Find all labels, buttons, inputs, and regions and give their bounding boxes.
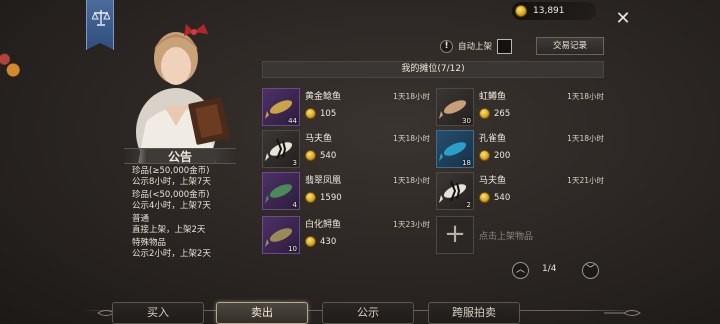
fish-icon[interactable]: 44 <box>262 88 300 126</box>
stall-item-slot[interactable]: 3 马夫鱼 1天18小时 540 <box>262 130 430 168</box>
tab-public[interactable]: 公示 <box>322 302 414 324</box>
item-price: 430 <box>305 236 336 247</box>
gold-coin-icon <box>305 236 316 247</box>
auto-list-toggle[interactable]: ! 自动上架 <box>440 38 513 54</box>
item-quantity: 4 <box>292 201 297 209</box>
rule-line: 珍品(≥50,000金币) <box>132 166 210 176</box>
tab-sell[interactable]: 卖出 <box>216 302 308 324</box>
item-quantity: 10 <box>288 245 297 253</box>
fish-icon[interactable]: 30 <box>436 88 474 126</box>
item-quantity: 30 <box>462 117 471 125</box>
stall-title: 我的摊位(7/12) <box>262 61 604 78</box>
page-up-icon[interactable]: ︿ <box>512 262 529 279</box>
item-remaining-time: 1天18小时 <box>567 134 604 143</box>
item-price: 540 <box>479 192 510 203</box>
item-remaining-time: 1天18小时 <box>393 134 430 143</box>
scales-icon <box>92 10 110 26</box>
fish-icon[interactable]: 2 <box>436 172 474 210</box>
auto-list-checkbox[interactable] <box>497 38 513 54</box>
stall-item-slot[interactable]: 30 虹鳟鱼 1天18小时 265 <box>436 88 604 126</box>
page-down-icon[interactable]: ﹀ <box>582 262 599 279</box>
pager: ︿ 1/4 ﹀ <box>512 262 600 280</box>
item-remaining-time: 1天18小时 <box>567 92 604 101</box>
rule-line: 公示2小时，上架2天 <box>132 249 211 259</box>
page-indicator: 1/4 <box>542 264 557 274</box>
gold-coin-icon <box>479 150 490 161</box>
item-name: 虹鳟鱼 <box>479 92 507 102</box>
item-name: 白化鲟鱼 <box>305 220 342 230</box>
item-name: 翡翠凤凰 <box>305 176 342 186</box>
guild-banner[interactable] <box>86 0 114 50</box>
item-price: 265 <box>479 108 510 119</box>
tab-buy[interactable]: 买入 <box>112 302 204 324</box>
stall-item-slot[interactable]: 2 马夫鱼 1天21小时 540 <box>436 172 604 210</box>
item-quantity: 44 <box>288 117 297 125</box>
item-quantity: 18 <box>462 159 471 167</box>
empty-stall-slot[interactable]: + 点击上架物品 <box>436 216 604 254</box>
ornament-right <box>604 310 641 316</box>
gold-coin-icon <box>515 5 527 17</box>
rule-line: 公示8小时，上架7天 <box>132 177 211 187</box>
stall-item-slot[interactable]: 44 黄金鲶鱼 1天18小时 105 <box>262 88 430 126</box>
gold-coin-icon <box>305 150 316 161</box>
fish-icon[interactable]: 3 <box>262 130 300 168</box>
item-price-value: 540 <box>320 150 337 161</box>
stall-item-slot[interactable]: 18 孔雀鱼 1天18小时 200 <box>436 130 604 168</box>
rule-line: 直接上架，上架2天 <box>132 225 206 235</box>
item-name: 孔雀鱼 <box>479 134 507 144</box>
coin-balance: 13,891 <box>512 2 596 20</box>
announcement-panel: 公告 珍品(≥50,000金币) 公示8小时，上架7天 珍品(<50,000金币… <box>124 148 236 268</box>
trading-house-screen: 公告 珍品(≥50,000金币) 公示8小时，上架7天 珍品(<50,000金币… <box>0 0 720 324</box>
item-price-value: 200 <box>494 150 511 161</box>
item-price-value: 105 <box>320 108 337 119</box>
item-price: 1590 <box>305 192 342 203</box>
item-remaining-time: 1天21小时 <box>567 176 604 185</box>
side-decoration <box>0 52 22 88</box>
rule-line: 普通 <box>132 214 150 224</box>
rule-line: 特殊物品 <box>132 238 167 248</box>
fish-icon[interactable]: 10 <box>262 216 300 254</box>
add-plus-icon[interactable]: + <box>436 216 474 254</box>
item-price-value: 265 <box>494 108 511 119</box>
merchant-character-portrait <box>136 24 230 164</box>
item-remaining-time: 1天18小时 <box>393 176 430 185</box>
gold-coin-icon <box>479 108 490 119</box>
trade-log-button[interactable]: 交易记录 <box>536 37 604 55</box>
fish-icon[interactable]: 18 <box>436 130 474 168</box>
item-price: 200 <box>479 150 510 161</box>
rule-line: 公示4小时，上架7天 <box>132 201 211 211</box>
gold-coin-icon <box>305 108 316 119</box>
item-price-value: 430 <box>320 236 337 247</box>
tab-cross-server-auction[interactable]: 跨服拍卖 <box>428 302 520 324</box>
empty-slot-label: 点击上架物品 <box>479 232 534 242</box>
item-name: 马夫鱼 <box>305 134 333 144</box>
fish-icon[interactable]: 4 <box>262 172 300 210</box>
announcement-title: 公告 <box>124 148 236 164</box>
item-name: 黄金鲶鱼 <box>305 92 342 102</box>
item-price-value: 540 <box>494 192 511 203</box>
item-price: 105 <box>305 108 336 119</box>
item-quantity: 3 <box>292 159 297 167</box>
item-price: 540 <box>305 150 336 161</box>
item-remaining-time: 1天18小时 <box>393 92 430 101</box>
coin-amount: 13,891 <box>533 6 565 16</box>
item-quantity: 2 <box>466 201 471 209</box>
close-icon[interactable]: ✕ <box>614 10 632 28</box>
rule-line: 珍品(<50,000金币) <box>132 190 210 200</box>
gold-coin-icon <box>479 192 490 203</box>
stall-item-slot[interactable]: 10 白化鲟鱼 1天23小时 430 <box>262 216 430 254</box>
item-remaining-time: 1天23小时 <box>393 220 430 229</box>
gold-coin-icon <box>305 192 316 203</box>
auto-list-label: 自动上架 <box>458 42 493 52</box>
item-price-value: 1590 <box>320 192 342 203</box>
info-exclamation-icon[interactable]: ! <box>440 39 453 53</box>
item-name: 马夫鱼 <box>479 176 507 186</box>
stall-item-slot[interactable]: 4 翡翠凤凰 1天18小时 1590 <box>262 172 430 210</box>
